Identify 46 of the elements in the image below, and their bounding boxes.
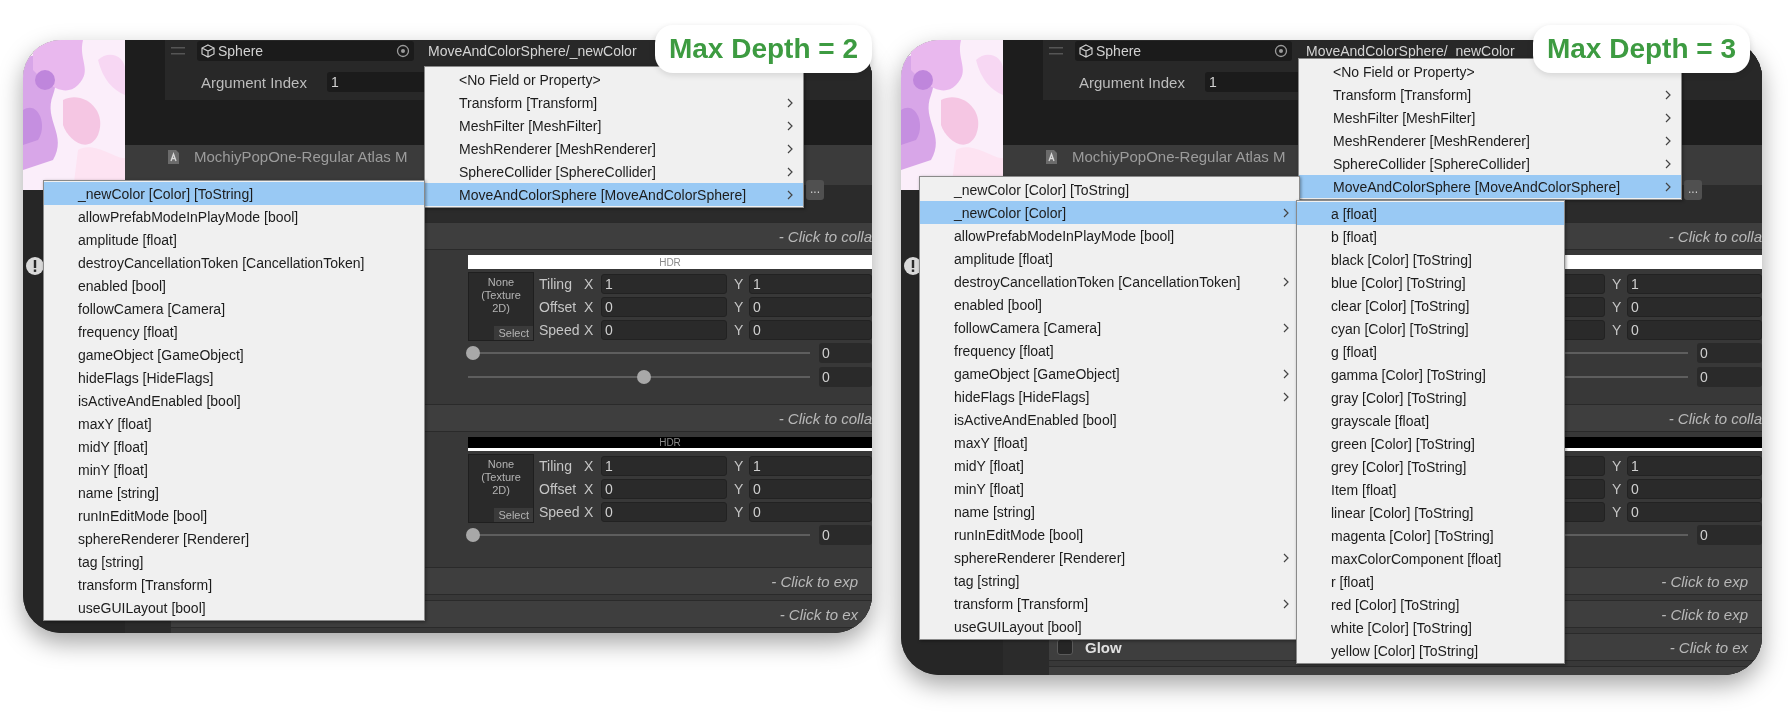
- axis-label: Y: [734, 321, 744, 338]
- collapse-hint: - Click to exp: [1661, 605, 1748, 623]
- axis-label: Y: [1612, 321, 1622, 338]
- property-label: Speed: [539, 321, 580, 338]
- property-label: Offset: [539, 480, 577, 497]
- hdr-label: HDR: [659, 256, 681, 268]
- field-label: Argument Index: [201, 73, 308, 91]
- axis-label: Y: [734, 503, 744, 520]
- asset-title: MochiyPopOne-Regular Atlas M: [194, 148, 408, 165]
- object-name: Sphere: [1096, 42, 1143, 59]
- axis-label: Y: [1612, 480, 1622, 497]
- axis-label: X: [584, 321, 594, 338]
- collapse-hint: - Click to colla: [1668, 409, 1762, 427]
- axis-label: Y: [734, 275, 744, 292]
- axis-label: X: [584, 503, 594, 520]
- depth-tooltip: Max Depth = 3: [1532, 25, 1750, 73]
- axis-label: X: [584, 298, 594, 315]
- collapse-hint: - Click to ex: [1669, 638, 1748, 656]
- axis-label: Y: [1612, 275, 1622, 292]
- axis-label: X: [584, 457, 594, 474]
- axis-label: Y: [734, 457, 744, 474]
- axis-label: X: [584, 480, 594, 497]
- property-label: Speed: [539, 503, 580, 520]
- texture-label: None (Texture 2D): [480, 458, 522, 497]
- axis-label: Y: [1612, 298, 1622, 315]
- depth-tooltip: Max Depth = 2: [654, 25, 872, 73]
- texture-label: None (Texture 2D): [480, 276, 522, 315]
- collapse-hint: - Click to exp: [771, 572, 858, 590]
- collapse-hint: - Click to exp: [1661, 572, 1748, 590]
- collapse-hint: - Click to colla: [1668, 227, 1762, 245]
- asset-title: MochiyPopOne-Regular Atlas M: [1072, 148, 1286, 165]
- section-title: Glow: [1085, 638, 1122, 656]
- object-name: Sphere: [218, 42, 265, 59]
- axis-label: Y: [734, 298, 744, 315]
- axis-label: Y: [734, 480, 744, 497]
- hdr-label: HDR: [659, 437, 681, 448]
- collapse-hint: - Click to ex: [779, 605, 858, 623]
- axis-label: Y: [1612, 503, 1622, 520]
- field-label: Argument Index: [1079, 73, 1186, 91]
- collapse-hint: - Click to colla: [778, 409, 872, 427]
- axis-label: Y: [1612, 457, 1622, 474]
- property-label: Offset: [539, 298, 577, 315]
- collapse-hint: - Click to colla: [778, 227, 872, 245]
- property-label: Tiling: [539, 457, 572, 474]
- property-label: Tiling: [539, 275, 572, 292]
- axis-label: X: [584, 275, 594, 292]
